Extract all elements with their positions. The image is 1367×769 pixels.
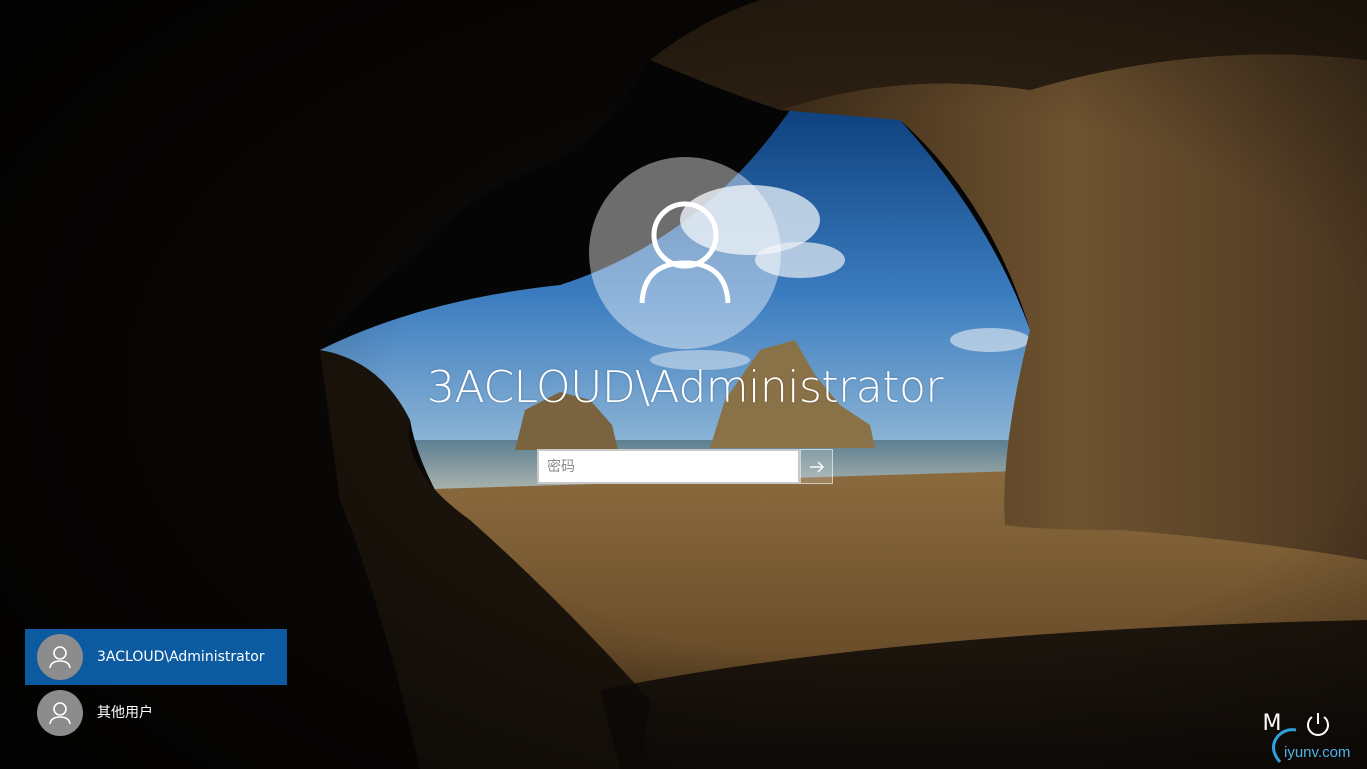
login-username: 3ACLOUD\Administrator [427,362,943,413]
arrow-right-icon [810,461,824,473]
submit-button[interactable] [800,449,833,484]
watermark: iyunv.com [1266,718,1366,766]
password-input[interactable] [537,449,800,484]
user-avatar-icon [49,646,71,669]
user-avatar-large [589,157,781,349]
user-item-label: 其他用户 [97,705,153,721]
user-avatar-small [37,690,83,736]
user-switcher-list: 3ACLOUD\Administrator 其他用户 [25,629,287,741]
watermark-text: iyunv.com [1284,744,1351,761]
user-item-label: 3ACLOUD\Administrator [97,649,265,665]
user-avatar-icon [639,201,731,304]
user-item-other-user[interactable]: 其他用户 [25,685,287,741]
user-avatar-icon [49,702,71,725]
password-form [537,449,833,484]
user-avatar-small [37,634,83,680]
user-item-administrator[interactable]: 3ACLOUD\Administrator [25,629,287,685]
